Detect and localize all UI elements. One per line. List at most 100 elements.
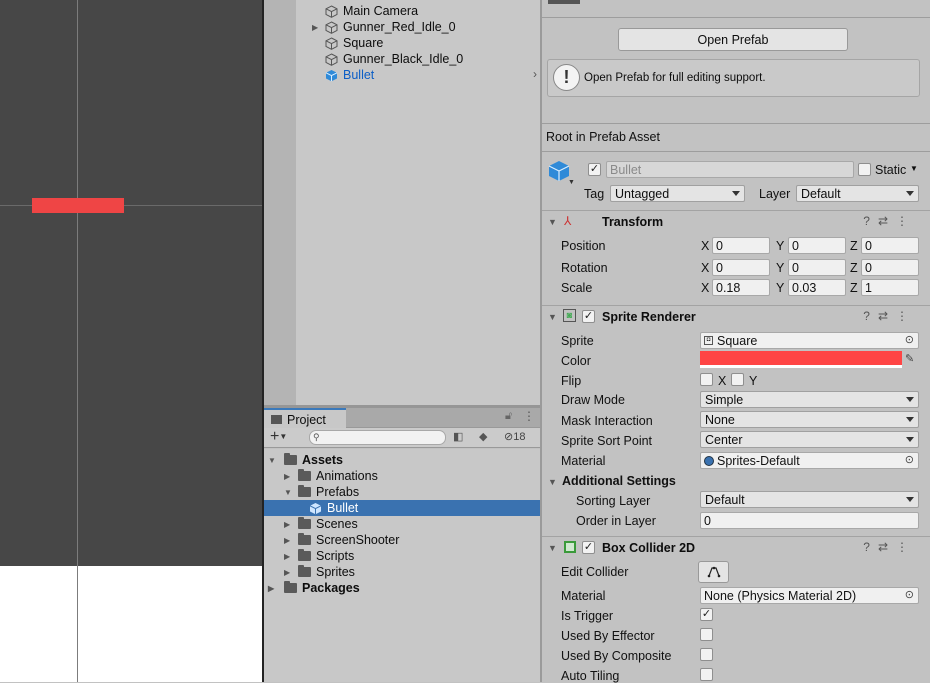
z-label[interactable]: Z: [850, 261, 858, 275]
foldout-expanded-icon[interactable]: ▼: [548, 477, 557, 487]
active-checkbox[interactable]: ✓: [588, 163, 601, 176]
foldout-expanded-icon[interactable]: ▼: [548, 543, 557, 553]
object-picker-icon[interactable]: ⊙: [905, 588, 914, 601]
hierarchy-item-bullet[interactable]: Bullet ›: [296, 67, 540, 83]
hierarchy-item-label: Square: [343, 36, 384, 50]
foldout-collapsed-icon[interactable]: ▶: [284, 552, 290, 561]
position-x-field[interactable]: 0: [712, 237, 770, 254]
foldout-collapsed-icon[interactable]: ▶: [268, 584, 274, 593]
object-name-field[interactable]: Bullet: [606, 161, 854, 178]
sprite-sort-point-dropdown[interactable]: Center: [700, 431, 919, 448]
scale-y-field[interactable]: 0.03: [788, 279, 846, 296]
component-header-icons[interactable]: ?⇄⋮: [863, 309, 916, 323]
component-header-icons[interactable]: ?⇄⋮: [863, 214, 916, 228]
tree-item-bullet[interactable]: Bullet: [264, 500, 540, 516]
tree-item-sprites[interactable]: ▶ Sprites: [264, 564, 540, 580]
tree-item-prefabs[interactable]: ▼ Prefabs: [264, 484, 540, 500]
material-field[interactable]: Sprites-Default ⊙: [700, 452, 919, 469]
bullet-sprite[interactable]: [32, 198, 124, 213]
gameobject-icon: [325, 4, 338, 18]
sprite-renderer-enabled-checkbox[interactable]: ✓: [582, 310, 595, 323]
folder-open-icon: [298, 485, 311, 497]
foldout-collapsed-icon[interactable]: ▶: [284, 568, 290, 577]
tree-item-scenes[interactable]: ▶ Scenes: [264, 516, 540, 532]
box-collider-enabled-checkbox[interactable]: ✓: [582, 541, 595, 554]
color-label: Color: [561, 354, 591, 368]
layer-dropdown[interactable]: Default: [796, 185, 919, 202]
x-label[interactable]: X: [701, 281, 709, 295]
tab-project[interactable]: Project: [264, 408, 346, 429]
filter-by-type-icon[interactable]: ◧: [453, 430, 463, 443]
eyedropper-icon[interactable]: ✎: [905, 352, 914, 365]
box-collider-header[interactable]: ▼ ✓ Box Collider 2D ?⇄⋮: [542, 536, 930, 558]
foldout-expanded-icon[interactable]: ▼: [548, 312, 557, 322]
scale-z-field[interactable]: 1: [861, 279, 919, 296]
flip-y-checkbox[interactable]: [731, 373, 744, 386]
is-trigger-checkbox[interactable]: ✓: [700, 608, 713, 621]
more-menu-icon[interactable]: ⋮: [523, 409, 535, 423]
hierarchy-item-main-camera[interactable]: Main Camera: [296, 3, 540, 19]
icon-dropdown-caret[interactable]: ▼: [568, 179, 575, 186]
sorting-layer-dropdown[interactable]: Default: [700, 491, 919, 508]
y-label[interactable]: Y: [776, 281, 784, 295]
rotation-z-field[interactable]: 0: [861, 259, 919, 276]
scale-x-field[interactable]: 0.18: [712, 279, 770, 296]
foldout-expanded-icon[interactable]: ▼: [268, 456, 276, 465]
foldout-expanded-icon[interactable]: ▼: [548, 217, 557, 227]
hierarchy-item-square[interactable]: Square: [296, 35, 540, 51]
static-checkbox[interactable]: [858, 163, 871, 176]
position-y-field[interactable]: 0: [788, 237, 846, 254]
scene-view[interactable]: [0, 0, 263, 566]
rotation-y-field[interactable]: 0: [788, 259, 846, 276]
draw-mode-dropdown[interactable]: Simple: [700, 391, 919, 408]
object-picker-icon[interactable]: ⊙: [905, 333, 914, 346]
foldout-expanded-icon[interactable]: ▼: [284, 488, 292, 497]
flip-x-checkbox[interactable]: [700, 373, 713, 386]
tree-item-screenshooter[interactable]: ▶ ScreenShooter: [264, 532, 540, 548]
lock-icon[interactable]: 🔓︎: [505, 410, 512, 423]
sprite-renderer-header[interactable]: ▼ ◙ ✓ Sprite Renderer ?⇄⋮: [542, 305, 930, 327]
open-prefab-button[interactable]: Open Prefab: [618, 28, 848, 51]
y-label[interactable]: Y: [776, 261, 784, 275]
foldout-collapsed-icon[interactable]: ▶: [284, 472, 290, 481]
hierarchy-item-gunner-red[interactable]: ▶ Gunner_Red_Idle_0: [296, 19, 540, 35]
chevron-down-icon: [906, 437, 914, 442]
z-label[interactable]: Z: [850, 239, 858, 253]
project-search-input[interactable]: ⚲: [309, 430, 446, 445]
static-dropdown-caret[interactable]: ▼: [910, 164, 918, 173]
collider-material-field[interactable]: None (Physics Material 2D) ⊙: [700, 587, 919, 604]
used-by-composite-checkbox[interactable]: [700, 648, 713, 661]
foldout-arrow-icon[interactable]: ▶: [312, 23, 318, 32]
used-by-effector-checkbox[interactable]: [700, 628, 713, 641]
position-z-field[interactable]: 0: [861, 237, 919, 254]
z-label[interactable]: Z: [850, 281, 858, 295]
x-label[interactable]: X: [701, 261, 709, 275]
x-label[interactable]: X: [701, 239, 709, 253]
tree-item-scripts[interactable]: ▶ Scripts: [264, 548, 540, 564]
prefab-large-icon[interactable]: [548, 160, 570, 185]
root-label: Root in Prefab Asset: [546, 130, 660, 144]
tree-item-assets[interactable]: ▼ Assets: [264, 452, 540, 468]
rotation-x-field[interactable]: 0: [712, 259, 770, 276]
additional-settings-foldout[interactable]: Additional Settings: [562, 474, 676, 488]
tag-dropdown[interactable]: Untagged: [610, 185, 745, 202]
hierarchy-item-gunner-black[interactable]: Gunner_Black_Idle_0: [296, 51, 540, 67]
hidden-packages-icon[interactable]: ⊘18: [504, 430, 525, 443]
tree-item-animations[interactable]: ▶ Animations: [264, 468, 540, 484]
component-header-icons[interactable]: ?⇄⋮: [863, 540, 916, 554]
foldout-collapsed-icon[interactable]: ▶: [284, 520, 290, 529]
y-label[interactable]: Y: [776, 239, 784, 253]
auto-tiling-checkbox[interactable]: [700, 668, 713, 681]
sprite-field[interactable]: ◘ Square ⊙: [700, 332, 919, 349]
tree-item-packages[interactable]: ▶ Packages: [264, 580, 540, 596]
filter-by-label-icon[interactable]: ◆: [479, 430, 487, 443]
add-asset-button[interactable]: +▼: [270, 429, 287, 445]
transform-header[interactable]: ▼ ⅄ Transform ?⇄⋮: [542, 210, 930, 232]
mask-interaction-dropdown[interactable]: None: [700, 411, 919, 428]
chevron-right-icon[interactable]: ›: [533, 67, 537, 81]
object-picker-icon[interactable]: ⊙: [905, 453, 914, 466]
color-swatch[interactable]: [700, 351, 902, 368]
order-in-layer-field[interactable]: 0: [700, 512, 919, 529]
edit-collider-button[interactable]: [698, 561, 729, 583]
foldout-collapsed-icon[interactable]: ▶: [284, 536, 290, 545]
